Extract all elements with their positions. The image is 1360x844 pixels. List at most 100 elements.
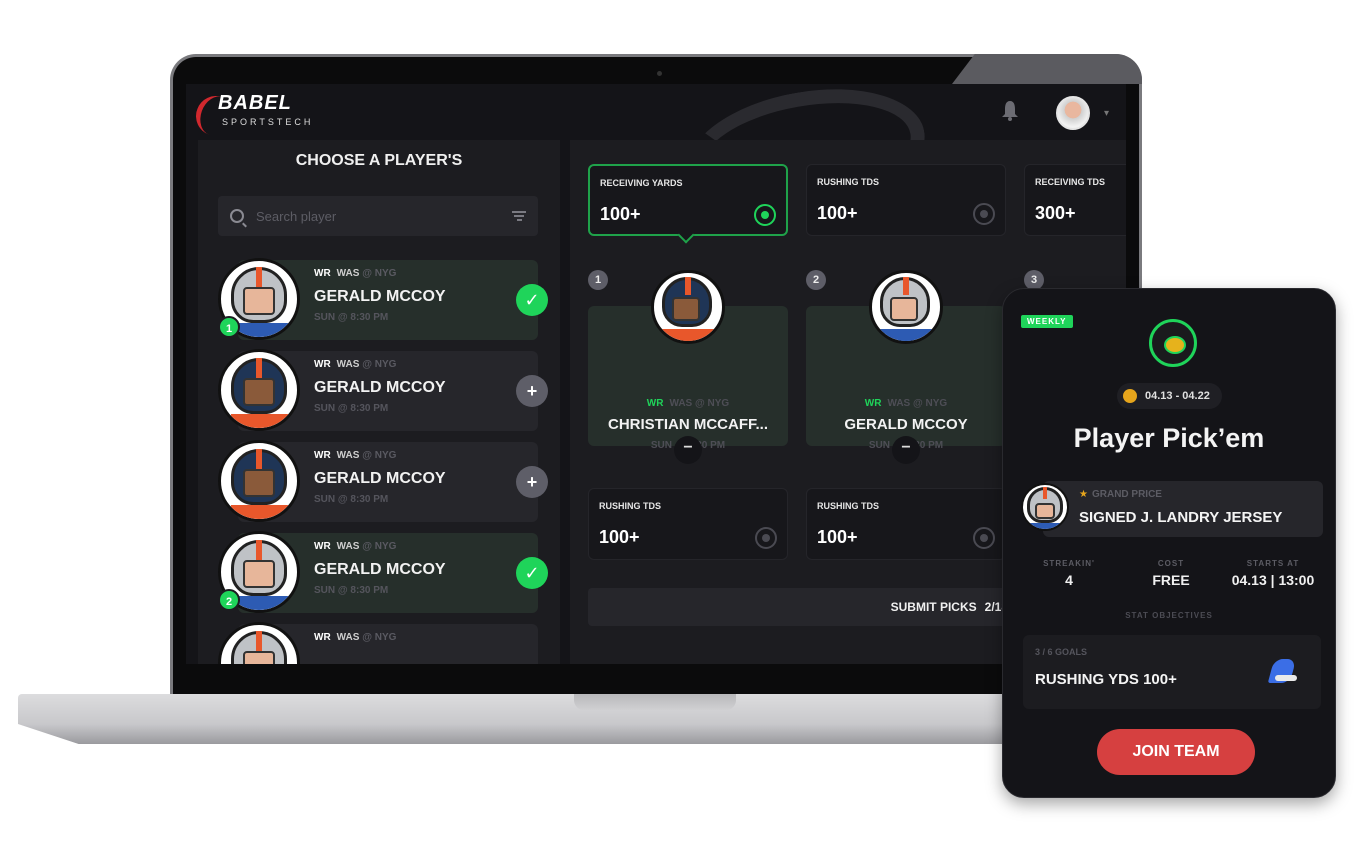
player-matchup: WR WAS @ NYG bbox=[314, 450, 397, 461]
top-bar: BABEL SPORTSTECH ▾ bbox=[186, 84, 1126, 232]
app-screen: BABEL SPORTSTECH ▾ CHOOSE A PLAYER'S 1 W… bbox=[186, 84, 1126, 664]
stat-card[interactable]: RUSHING TDS 100+ bbox=[806, 164, 1006, 236]
goal-count: 3 / 6 GOALS bbox=[1035, 647, 1088, 657]
date-range: 04.13 - 04.22 bbox=[1145, 390, 1210, 402]
search-bar bbox=[218, 196, 538, 236]
stat-value: 100+ bbox=[600, 204, 641, 224]
pick-slot: 1 WRWAS @ NYG CHRISTIAN MCCAFF... SUN @ … bbox=[588, 270, 788, 470]
add-player-button[interactable]: + bbox=[516, 466, 548, 498]
stat-value: 100+ bbox=[817, 203, 858, 223]
stat-label: RECEIVING YARDS bbox=[600, 178, 683, 188]
slot-number: 3 bbox=[1024, 270, 1044, 290]
player-team: WAS bbox=[336, 359, 360, 370]
info-value: FREE bbox=[1152, 572, 1190, 588]
rank-badge: 2 bbox=[218, 589, 240, 611]
stat-card[interactable]: RECEIVING TDS 300+ bbox=[1024, 164, 1126, 236]
slot-avatar bbox=[869, 270, 943, 344]
date-range-pill: 04.13 - 04.22 bbox=[1117, 383, 1222, 409]
filter-icon[interactable] bbox=[512, 211, 526, 221]
card-title: Player Pick’em bbox=[1073, 423, 1265, 453]
target-icon[interactable] bbox=[973, 527, 995, 549]
trophy-icon bbox=[1123, 389, 1137, 403]
info-value: 4 bbox=[1065, 572, 1073, 588]
player-opponent: NYG bbox=[374, 359, 397, 370]
player-team: WAS bbox=[336, 268, 360, 279]
info-label: STREAKIN' bbox=[1043, 559, 1095, 568]
slot-matchup: WR WAS @ NYG bbox=[646, 398, 730, 409]
join-team-button[interactable]: JOIN TEAM bbox=[1097, 729, 1255, 775]
stat-label: RUSHING TDS bbox=[817, 177, 880, 187]
slot-matchup: WR WAS @ NYG bbox=[864, 398, 948, 409]
logo-subtitle: SPORTSTECH bbox=[222, 117, 314, 127]
player-row[interactable]: WR WAS @ NYG GERALD MCCOY SUN @ 8:30 PM + bbox=[218, 440, 548, 524]
player-matchup: WR WAS @ NYG bbox=[314, 632, 397, 643]
league-logo-icon bbox=[1149, 319, 1197, 367]
player-avatar bbox=[218, 349, 300, 431]
pickem-card: WEEKLY 04.13 - 04.22 Player Pick’em ★ GRA… bbox=[1002, 288, 1336, 798]
player-opponent: NYG bbox=[374, 541, 397, 552]
target-icon[interactable] bbox=[754, 204, 776, 226]
objectives-label: STAT OBJECTIVES bbox=[1125, 611, 1213, 620]
stat-value: 100+ bbox=[817, 527, 858, 547]
remove-pick-button[interactable]: − bbox=[674, 436, 702, 464]
selected-check-button[interactable]: ✓ bbox=[516, 284, 548, 316]
prize-avatar bbox=[1021, 483, 1069, 531]
submit-label: SUBMIT PICKS bbox=[890, 600, 977, 614]
player-team: WAS bbox=[336, 450, 360, 461]
player-row[interactable]: WR WAS @ NYG GERALD MCCOY SUN @ 8:30 PM + bbox=[218, 349, 548, 433]
lid-glare bbox=[952, 54, 1142, 84]
search-input[interactable] bbox=[256, 208, 496, 224]
player-opponent: NYG bbox=[374, 632, 397, 643]
laptop-notch bbox=[574, 694, 736, 710]
info-label: STARTS AT bbox=[1246, 559, 1300, 568]
laptop-camera bbox=[657, 71, 662, 76]
player-chooser-panel: CHOOSE A PLAYER'S 1 WRWAS @ NYG GERALD M… bbox=[198, 140, 560, 664]
info-column: STARTS AT 04.13 | 13:00 bbox=[1223, 559, 1323, 588]
prize-label: ★ GRAND PRICE bbox=[1079, 489, 1162, 500]
star-icon: ★ bbox=[1079, 489, 1088, 500]
stat-value: 300+ bbox=[1035, 203, 1076, 223]
player-name: GERALD MCCOY bbox=[314, 561, 446, 578]
player-time: SUN @ 8:30 PM bbox=[314, 403, 389, 414]
player-position: WR bbox=[314, 359, 331, 370]
player-position: WR bbox=[314, 268, 331, 279]
player-avatar bbox=[218, 440, 300, 522]
player-team: WAS bbox=[336, 632, 360, 643]
player-position: WR bbox=[314, 450, 331, 461]
player-matchup: WR WAS @ NYG bbox=[314, 268, 397, 279]
player-opponent: NYG bbox=[374, 268, 397, 279]
goal-card: 3 / 6 GOALS RUSHING YDS 100+ bbox=[1023, 635, 1321, 709]
target-icon[interactable] bbox=[755, 527, 777, 549]
add-player-button[interactable]: + bbox=[516, 375, 548, 407]
player-row[interactable]: 1 WR WAS @ NYG GERALD MCCOY SUN @ 8:30 PM… bbox=[218, 258, 548, 342]
player-position: WR bbox=[314, 541, 331, 552]
shoe-icon bbox=[1263, 657, 1297, 685]
player-list: 1 WR WAS @ NYG GERALD MCCOY SUN @ 8:30 PM… bbox=[218, 258, 548, 664]
rank-badge: 1 bbox=[218, 316, 240, 338]
info-label: COST bbox=[1157, 559, 1185, 568]
selected-check-button[interactable]: ✓ bbox=[516, 557, 548, 589]
slot-number: 1 bbox=[588, 270, 608, 290]
player-row[interactable]: WR WAS @ NYG bbox=[218, 622, 548, 664]
search-icon bbox=[230, 209, 244, 223]
player-row[interactable]: 2 WR WAS @ NYG GERALD MCCOY SUN @ 8:30 PM… bbox=[218, 531, 548, 615]
prize-name: SIGNED J. LANDRY JERSEY bbox=[1079, 509, 1283, 526]
player-position: WR bbox=[314, 632, 331, 643]
stat-card[interactable]: RUSHING TDS 100+ bbox=[588, 488, 788, 560]
logo-title: BABEL bbox=[218, 92, 292, 114]
info-column: STREAKIN' 4 bbox=[1019, 559, 1119, 588]
player-name: GERALD MCCOY bbox=[314, 470, 446, 487]
user-avatar[interactable] bbox=[1056, 96, 1090, 130]
info-column: COST FREE bbox=[1121, 559, 1221, 588]
babel-logo[interactable]: BABEL SPORTSTECH bbox=[190, 90, 334, 142]
player-time: SUN @ 8:30 PM bbox=[314, 494, 389, 505]
stat-card[interactable]: RECEIVING YARDS 100+ bbox=[588, 164, 788, 236]
target-icon[interactable] bbox=[973, 203, 995, 225]
weekly-badge: WEEKLY bbox=[1021, 315, 1073, 328]
slot-player-name: CHRISTIAN MCCAFF... bbox=[608, 416, 768, 433]
stat-value: 100+ bbox=[599, 527, 640, 547]
stat-card[interactable]: RUSHING TDS 100+ bbox=[806, 488, 1006, 560]
remove-pick-button[interactable]: − bbox=[892, 436, 920, 464]
bell-icon[interactable] bbox=[1001, 100, 1021, 124]
chevron-down-icon[interactable]: ▾ bbox=[1104, 108, 1109, 119]
